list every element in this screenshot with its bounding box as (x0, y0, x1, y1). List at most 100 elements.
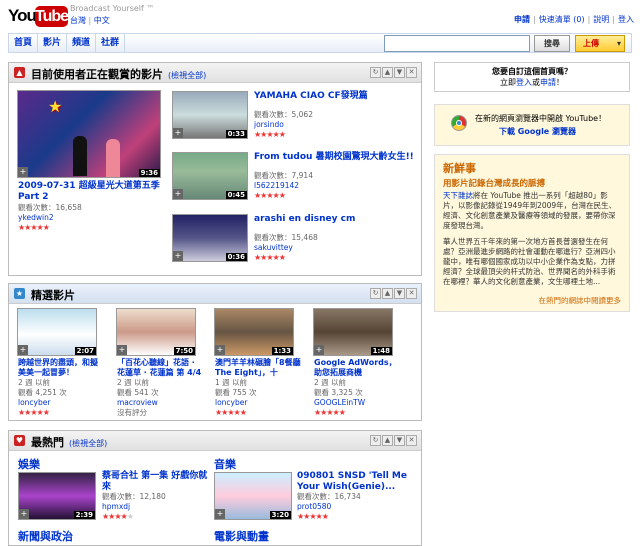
top-links: 申請 | 快速清單 (0) | 說明 | 登入 (514, 15, 634, 24)
category-news[interactable]: 新聞與政治 (18, 528, 73, 544)
video-title[interactable]: 跨越世界的盡頭，和擬美美一起冒夢！ (18, 358, 102, 378)
video-age: 2 週 以前 (314, 378, 347, 387)
up-icon[interactable]: ▲ (382, 67, 393, 78)
refresh-icon[interactable]: ↻ (370, 435, 381, 446)
signin-link[interactable]: 登入 (516, 78, 532, 87)
refresh-icon[interactable]: ↻ (370, 67, 381, 78)
up-icon[interactable]: ▲ (382, 435, 393, 446)
popular-view-all-link[interactable]: (檢視全部) (69, 439, 107, 448)
close-icon[interactable]: ✕ (406, 288, 417, 299)
video-user[interactable]: macroview (117, 398, 158, 407)
chevron-down-icon: ▾ (616, 39, 621, 48)
search-input[interactable] (384, 35, 530, 52)
video-thumbnail[interactable]: +3:20 (214, 472, 292, 520)
video-thumbnail[interactable]: +0:45 (172, 152, 248, 200)
add-to-quicklist-icon[interactable]: + (173, 251, 183, 261)
category-music[interactable]: 音樂 (214, 456, 236, 472)
video-title[interactable]: 090801 SNSD 'Tell Me Your Wish(Genie)... (297, 471, 412, 493)
tagline: Broadcast Yourself ™ (70, 4, 155, 13)
video-views: 觀看 541 次 (117, 388, 159, 397)
add-to-quicklist-icon[interactable]: + (19, 509, 29, 519)
video-user[interactable]: GOOGLEinTW (314, 398, 365, 407)
watching-view-all-link[interactable]: (檢視全部) (168, 71, 206, 80)
close-icon[interactable]: ✕ (406, 435, 417, 446)
main-video-thumbnail[interactable]: ★ + 9:36 (17, 90, 161, 178)
news-paragraph-1: 天下雜誌將在 YouTube 推出一系列「超越80」影片，以影像記錄從1949年… (443, 191, 621, 231)
down-icon[interactable]: ▼ (394, 435, 405, 446)
video-duration: 2:39 (73, 511, 95, 519)
video-meta: 觀看次數：12,180 hpmxdj ★★★★★ (102, 492, 166, 522)
video-thumbnail[interactable]: +0:36 (172, 214, 248, 262)
add-to-quicklist-icon[interactable]: + (215, 345, 225, 355)
video-user[interactable]: loncyber (18, 398, 50, 407)
quicklist-link[interactable]: 快速清單 (0) (539, 15, 585, 24)
main-video-title[interactable]: 2009-07-31 超級星光大道第五季 Part 2 (18, 181, 164, 203)
youtube-logo[interactable]: You Tube (8, 6, 69, 28)
video-views: 觀看 755 次 (215, 388, 257, 397)
news-subheading[interactable]: 用影片記錄台灣成長的脈搏 (443, 177, 621, 189)
video-meta: 1 週 以前 觀看 755 次 loncyber ★★★★★ (215, 378, 257, 418)
nav-channels[interactable]: 頻道 (67, 34, 97, 52)
customize-or: 或 (532, 78, 540, 87)
video-title[interactable]: 蔡哥合社 第一集 好戲你就來 (102, 471, 210, 493)
video-meta: 2 週 以前 觀看 541 次 macroview 沒有評分 (117, 378, 159, 418)
add-to-quicklist-icon[interactable]: + (173, 189, 183, 199)
locale-selector: 台灣 | 中文 (70, 16, 110, 25)
video-user[interactable]: jorsindo (254, 120, 284, 129)
video-views: 觀看次數：5,062 (254, 110, 313, 119)
video-thumbnail[interactable]: +0:33 (172, 91, 248, 139)
news-paragraph-2: 華人世界五千年來的第一次地方首長普選發生在何處？亞洲最進步網路的社會運動在哪進行… (443, 237, 616, 286)
video-views: 觀看 3,325 次 (314, 388, 363, 397)
video-user[interactable]: prot0580 (297, 502, 331, 511)
nav-home[interactable]: 首頁 (9, 34, 39, 52)
register-link[interactable]: 申請 (540, 78, 556, 87)
video-title[interactable]: arashi en disney cm (254, 214, 414, 225)
video-thumbnail[interactable]: +1:48 (313, 308, 393, 356)
help-link[interactable]: 說明 (593, 15, 609, 24)
popular-title: 最熱門 (檢視全部) (31, 434, 107, 450)
up-icon[interactable]: ▲ (382, 288, 393, 299)
customize-end: ！ (556, 78, 564, 87)
video-views: 觀看次數：16,734 (297, 492, 361, 501)
now-watching-header: ▲ 目前使用者正在觀賞的影片 (檢視全部) ↻ ▲ ▼ ✕ (9, 63, 421, 83)
add-to-quicklist-icon[interactable]: + (18, 167, 28, 177)
add-to-quicklist-icon[interactable]: + (18, 345, 28, 355)
down-icon[interactable]: ▼ (394, 288, 405, 299)
nav-videos[interactable]: 影片 (38, 34, 68, 52)
login-link[interactable]: 登入 (618, 15, 634, 24)
video-thumbnail[interactable]: +7:50 (116, 308, 196, 356)
search-button[interactable]: 搜尋 (534, 35, 570, 52)
signup-link[interactable]: 申請 (514, 15, 530, 24)
now-watching-title-text: 目前使用者正在觀賞的影片 (31, 68, 163, 81)
country-link[interactable]: 台灣 (70, 16, 86, 25)
add-to-quicklist-icon[interactable]: + (215, 509, 225, 519)
add-to-quicklist-icon[interactable]: + (117, 345, 127, 355)
watching-icon: ▲ (14, 67, 25, 78)
video-title[interactable]: From tudou 暑期校園驚現大齡女生!! (254, 152, 414, 163)
video-thumbnail[interactable]: +1:33 (214, 308, 294, 356)
video-user[interactable]: l562219142 (254, 181, 299, 190)
nav-community[interactable]: 社群 (96, 34, 126, 52)
video-user[interactable]: hpmxdj (102, 502, 130, 511)
download-chrome-link[interactable]: 下載 Google 瀏覽器 (499, 126, 576, 137)
language-link[interactable]: 中文 (94, 16, 110, 25)
close-icon[interactable]: ✕ (406, 67, 417, 78)
down-icon[interactable]: ▼ (394, 67, 405, 78)
news-more-link[interactable]: 在熱門的網誌中閱讀更多 (539, 295, 622, 306)
category-film[interactable]: 電影與動畫 (214, 528, 269, 544)
main-video-user[interactable]: ykedwin2 (18, 213, 54, 222)
video-title[interactable]: Google AdWords，助您拓展商機 (314, 358, 400, 378)
video-title[interactable]: 「百花心聽線」花語 · 花蓮草 · 花蓮篇 第 4/4 (117, 358, 203, 378)
refresh-icon[interactable]: ↻ (370, 288, 381, 299)
video-user[interactable]: sakuvittey (254, 243, 293, 252)
video-title[interactable]: 澳門羊羊林碾膾「8餐廳 The Eight」，十 (215, 358, 301, 378)
add-to-quicklist-icon[interactable]: + (314, 345, 324, 355)
upload-button[interactable]: 上傳 ▾ (575, 35, 625, 52)
video-thumbnail[interactable]: +2:39 (18, 472, 96, 520)
video-title[interactable]: YAMAHA CIAO CF發現篇 (254, 91, 414, 102)
video-user[interactable]: loncyber (215, 398, 247, 407)
add-to-quicklist-icon[interactable]: + (173, 128, 183, 138)
category-entertainment[interactable]: 娛樂 (18, 456, 40, 472)
news-source-link[interactable]: 天下雜誌 (443, 191, 473, 200)
video-thumbnail[interactable]: +2:07 (17, 308, 97, 356)
